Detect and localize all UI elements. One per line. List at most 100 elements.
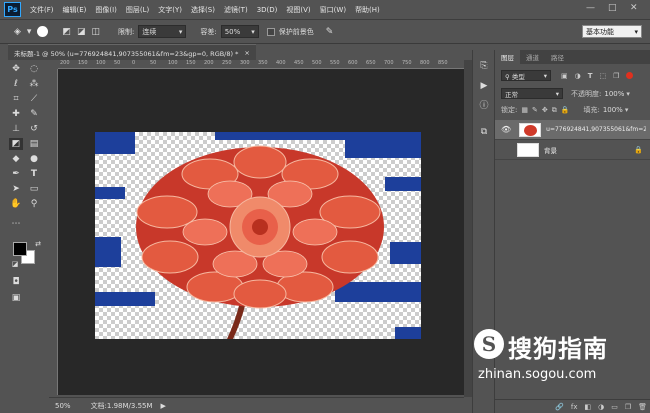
lock-position-icon[interactable]: ✥ <box>542 106 548 114</box>
rectangle-tool-icon[interactable]: ▭ <box>27 183 41 195</box>
menu-3d[interactable]: 3D(D) <box>257 6 278 14</box>
close-icon[interactable]: ✕ <box>630 3 638 13</box>
history-panel-icon[interactable]: ⎘ <box>478 60 490 72</box>
menu-layer[interactable]: 图层(L) <box>126 5 149 15</box>
tab-channels[interactable]: 通道 <box>520 50 545 64</box>
blur-tool-icon[interactable]: ◆ <box>9 153 23 165</box>
menu-type[interactable]: 文字(Y) <box>158 5 182 15</box>
hand-tool-icon[interactable]: ✋ <box>9 198 23 210</box>
tab-layers[interactable]: 图层 <box>495 50 520 64</box>
healing-brush-tool-icon[interactable]: ✚ <box>9 108 23 120</box>
gradient-tool-icon[interactable]: ▤ <box>27 138 41 150</box>
status-bar: 50% 文档:1.98M/3.55M ▶ <box>49 397 464 413</box>
menu-view[interactable]: 视图(V) <box>286 5 310 15</box>
filter-type-icon[interactable]: T <box>588 72 593 80</box>
tolerance-input[interactable]: 50% ▾ <box>220 25 259 38</box>
lock-all-icon[interactable]: 🔒 <box>561 106 570 114</box>
ruler-tick: 500 <box>312 60 322 66</box>
filter-pixel-icon[interactable]: ▣ <box>561 72 568 80</box>
layer-row[interactable]: 👁 u=776924841,907355061&fm=23&gp=0 <box>495 120 650 140</box>
new-layer-icon[interactable]: ❐ <box>625 403 631 411</box>
lock-artboard-icon[interactable]: ⧉ <box>552 106 557 115</box>
path-selection-tool-icon[interactable]: ➤ <box>9 183 23 195</box>
pen-tool-icon[interactable]: ✒ <box>9 168 23 180</box>
protect-foreground-checkbox[interactable] <box>266 27 275 36</box>
minimize-icon[interactable]: — <box>586 3 595 13</box>
layer-filter-select[interactable]: ⚲ 类型 ▾ <box>501 70 551 81</box>
filter-toggle-icon[interactable] <box>626 72 634 79</box>
tab-paths[interactable]: 路径 <box>545 50 570 64</box>
menu-edit[interactable]: 编辑(E) <box>63 5 87 15</box>
default-colors-icon[interactable]: ◪ <box>8 258 22 270</box>
document-title: 未标题-1 @ 50% (u=776924841,907355061&fm=23… <box>14 49 239 58</box>
document-tab[interactable]: 未标题-1 @ 50% (u=776924841,907355061&fm=23… <box>8 44 256 60</box>
zoom-level[interactable]: 50% <box>55 402 71 410</box>
filter-smart-icon[interactable]: ❐ <box>613 72 619 80</box>
chevron-down-icon[interactable]: ▾ <box>626 90 630 98</box>
brush-preset-picker[interactable] <box>37 26 49 37</box>
sample-swatch-icon[interactable]: ◫ <box>91 27 100 37</box>
layer-comps-icon[interactable]: ⧉ <box>478 126 490 138</box>
close-tab-icon[interactable]: × <box>244 49 249 57</box>
screen-mode-icon[interactable]: ▣ <box>9 292 23 304</box>
filter-shape-icon[interactable]: ⬚ <box>600 72 607 80</box>
ruler-tick: 850 <box>438 60 448 66</box>
paint-bucket-icon[interactable]: ◈ <box>14 27 21 37</box>
opacity-value[interactable]: 100% <box>604 90 624 98</box>
delete-layer-icon[interactable]: 🗑 <box>638 403 647 411</box>
workspace-select[interactable]: 基本功能 ▾ <box>582 25 642 38</box>
lock-pixels-icon[interactable]: ✎ <box>532 106 538 114</box>
marquee-tool-icon[interactable]: ◌ <box>27 63 41 75</box>
options-bar: ◈ ▾ ◩ ◪ ◫ 限制: 连续 ▾ 容差: 50% ▾ 保护前景色 ✎ 基本功能 ▾ <box>0 20 650 44</box>
status-menu-icon[interactable]: ▶ <box>161 402 166 410</box>
tools-panel: ✥ ◌ ℓ ⁂ ⌗ ⟋ ✚ ✎ ⊥ ↺ ◩ ▤ ◆ ● ✒ T ➤ ▭ ✋ ⚲ … <box>0 60 48 400</box>
menu-filter[interactable]: 滤镜(T) <box>224 5 248 15</box>
layer-name[interactable]: u=776924841,907355061&fm=23&gp=0 <box>546 126 646 133</box>
crop-tool-icon[interactable]: ⌗ <box>9 93 23 105</box>
chevron-down-icon[interactable]: ▾ <box>27 27 32 37</box>
menu-select[interactable]: 选择(S) <box>191 5 215 15</box>
add-mask-icon[interactable]: ◧ <box>584 403 591 411</box>
swap-colors-icon[interactable]: ⇄ <box>31 238 45 250</box>
document-canvas[interactable] <box>95 132 421 339</box>
eraser-tool-icon[interactable]: ◩ <box>9 138 23 150</box>
more-tools-icon[interactable]: ⋯ <box>9 218 23 230</box>
lock-transparent-icon[interactable]: ▦ <box>521 106 528 114</box>
lasso-tool-icon[interactable]: ℓ <box>9 78 23 90</box>
menu-file[interactable]: 文件(F) <box>30 5 54 15</box>
clone-stamp-tool-icon[interactable]: ⊥ <box>9 123 23 135</box>
pressure-icon[interactable]: ✎ <box>326 27 334 37</box>
type-tool-icon[interactable]: T <box>27 168 41 180</box>
move-tool-icon[interactable]: ✥ <box>9 63 23 75</box>
foreground-color-swatch[interactable] <box>13 242 27 256</box>
menu-window[interactable]: 窗口(W) <box>320 5 346 15</box>
eraser-mode-icon[interactable]: ◩ <box>62 27 71 37</box>
link-layers-icon[interactable]: 🔗 <box>555 403 564 411</box>
filter-adjustment-icon[interactable]: ◑ <box>575 72 581 80</box>
canvas-area[interactable] <box>58 69 464 395</box>
layer-row[interactable]: 背景 🔒 <box>495 140 650 160</box>
maximize-icon[interactable]: □ <box>608 3 617 13</box>
quick-mask-icon[interactable]: ◘ <box>9 276 23 288</box>
dodge-tool-icon[interactable]: ● <box>27 153 41 165</box>
chevron-down-icon[interactable]: ▾ <box>625 106 629 114</box>
visibility-toggle[interactable] <box>501 146 509 154</box>
eyedropper-tool-icon[interactable]: ⟋ <box>27 93 41 105</box>
actions-panel-icon[interactable]: ▶ <box>478 80 490 92</box>
brush-tool-icon[interactable]: ✎ <box>27 108 41 120</box>
menu-image[interactable]: 图像(I) <box>95 5 117 15</box>
visibility-eye-icon[interactable]: 👁 <box>501 125 511 134</box>
layer-style-icon[interactable]: fx <box>571 403 578 411</box>
blend-mode-select[interactable]: 正常 ▾ <box>501 88 563 99</box>
layer-name[interactable]: 背景 <box>544 145 557 155</box>
magic-wand-tool-icon[interactable]: ⁂ <box>27 78 41 90</box>
new-group-icon[interactable]: ▭ <box>611 403 618 411</box>
history-brush-tool-icon[interactable]: ↺ <box>27 123 41 135</box>
sample-once-icon[interactable]: ◪ <box>77 27 86 37</box>
limit-select[interactable]: 连续 ▾ <box>138 25 187 38</box>
menu-help[interactable]: 帮助(H) <box>355 5 380 15</box>
zoom-tool-icon[interactable]: ⚲ <box>27 198 41 210</box>
info-panel-icon[interactable]: ⓘ <box>478 100 490 112</box>
adjustment-layer-icon[interactable]: ◑ <box>598 403 604 411</box>
fill-value[interactable]: 100% <box>603 106 623 114</box>
